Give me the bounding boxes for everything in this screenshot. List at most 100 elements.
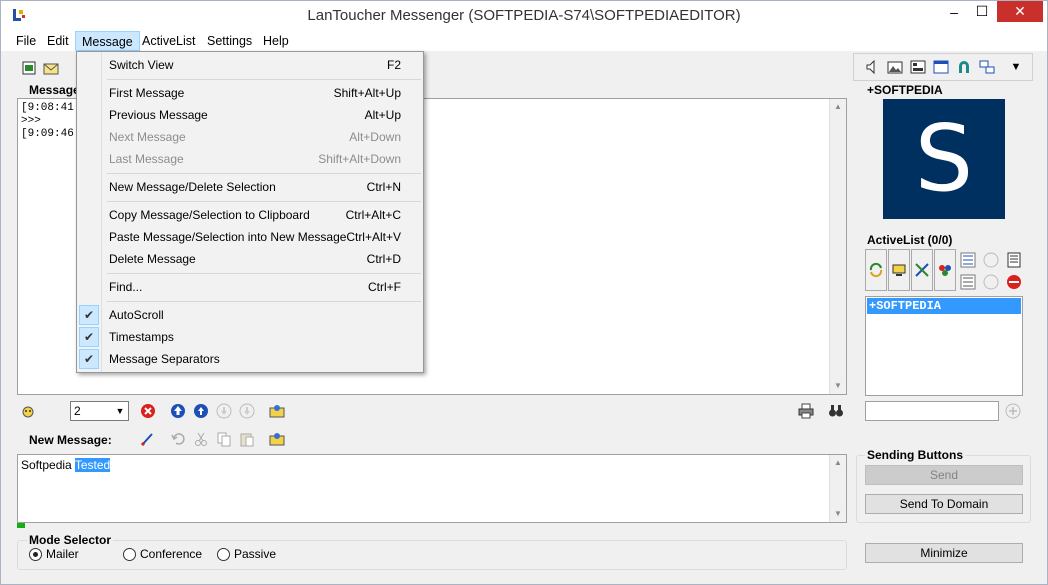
radio-passive-label: Passive — [234, 547, 277, 561]
delete-message-icon[interactable] — [138, 401, 158, 421]
close-window-button[interactable]: ✕ — [997, 1, 1043, 22]
users-icon[interactable] — [934, 249, 956, 291]
menu-item-label: Paste Message/Selection into New Message — [109, 230, 347, 244]
message-count-combo[interactable]: 2 ▼ — [70, 401, 129, 421]
refresh-icon[interactable] — [865, 249, 887, 291]
minimize-button[interactable]: Minimize — [865, 543, 1023, 563]
activelist-add-input[interactable] — [865, 401, 999, 421]
menu-item-next-message[interactable]: Next Message Alt+Down — [77, 126, 423, 148]
scroll-up-arrow-icon[interactable]: ▲ — [830, 455, 846, 471]
new-message-label: New Message: — [29, 433, 112, 447]
undo-icon[interactable] — [168, 429, 188, 449]
new-message-input[interactable]: Softpedia Tested ▲ ▼ — [17, 454, 847, 523]
menu-separator — [107, 79, 421, 80]
menu-item-new-message[interactable]: New Message/Delete Selection Ctrl+N — [77, 176, 423, 198]
message-menu: Switch View F2 First Message Shift+Alt+Up … — [76, 51, 424, 373]
radio-passive[interactable]: Passive — [217, 547, 276, 561]
list-icon[interactable] — [958, 250, 978, 270]
menu-item-shortcut: Ctrl+N — [366, 180, 401, 194]
new-message-plain-text: Softpedia — [21, 458, 75, 472]
last-message-icon[interactable] — [237, 401, 257, 421]
unread-mail-icon[interactable] — [267, 401, 287, 421]
speaker-icon[interactable] — [862, 57, 882, 77]
computer-icon[interactable] — [888, 249, 910, 291]
add-icon[interactable] — [1003, 401, 1023, 421]
window-icon[interactable] — [931, 57, 951, 77]
window-title: LanToucher Messenger (SOFTPEDIA-S74\SOFT… — [307, 7, 741, 24]
menu-edit[interactable]: Edit — [41, 31, 75, 51]
scroll-down-arrow-icon[interactable]: ▼ — [830, 378, 846, 394]
menu-message[interactable]: Message — [75, 31, 140, 51]
tools-icon[interactable] — [911, 249, 933, 291]
scroll-down-arrow-icon[interactable]: ▼ — [830, 506, 846, 522]
notes-icon[interactable] — [1004, 250, 1024, 270]
message-log-scrollbar[interactable]: ▲ ▼ — [829, 99, 846, 394]
send-button[interactable]: Send — [865, 465, 1023, 485]
menu-settings[interactable]: Settings — [201, 31, 258, 51]
menu-item-previous-message[interactable]: Previous Message Alt+Up — [77, 104, 423, 126]
menu-item-switch-view[interactable]: Switch View F2 — [77, 54, 423, 76]
menu-item-label: Next Message — [109, 130, 186, 144]
menu-item-delete-message[interactable]: Delete Message Ctrl+D — [77, 248, 423, 270]
messages-panel-label: Message — [29, 83, 80, 97]
menu-item-last-message[interactable]: Last Message Shift+Alt+Down — [77, 148, 423, 170]
dropdown-arrow-icon[interactable]: ▼ — [1006, 57, 1026, 77]
menu-item-shortcut: Ctrl+Alt+V — [346, 230, 401, 244]
cut-icon[interactable] — [191, 429, 211, 449]
sound-disabled-icon[interactable] — [981, 250, 1001, 270]
send-to-domain-button[interactable]: Send To Domain — [865, 494, 1023, 514]
menu-item-shortcut: Shift+Alt+Down — [318, 152, 401, 166]
activelist-item[interactable]: +SOFTPEDIA — [867, 298, 1021, 314]
block-icon[interactable] — [1004, 272, 1024, 292]
menu-item-timestamps[interactable]: ✔ Timestamps — [77, 326, 423, 348]
chevron-down-icon[interactable]: ▼ — [112, 402, 128, 420]
network-icon[interactable] — [977, 57, 997, 77]
scroll-up-arrow-icon[interactable]: ▲ — [830, 99, 846, 115]
find-binoculars-icon[interactable] — [826, 401, 846, 421]
copy-icon[interactable] — [214, 429, 234, 449]
reply-icon[interactable] — [18, 401, 38, 421]
open-mail-icon[interactable] — [41, 58, 61, 78]
minimize-window-button[interactable]: – — [940, 1, 968, 22]
new-window-icon[interactable] — [19, 58, 39, 78]
next-message-icon[interactable] — [214, 401, 234, 421]
menu-item-label: Last Message — [109, 152, 184, 166]
menu-item-label: Message Separators — [109, 352, 220, 366]
menu-separator — [107, 173, 421, 174]
picture-icon[interactable] — [885, 57, 905, 77]
radio-unchecked-icon — [123, 547, 136, 561]
app-window: LanToucher Messenger (SOFTPEDIA-S74\SOFT… — [0, 0, 1048, 585]
new-message-selected-text: Tested — [74, 458, 111, 472]
checkmark-icon: ✔ — [79, 305, 99, 325]
menu-separator — [107, 301, 421, 302]
menu-item-first-message[interactable]: First Message Shift+Alt+Up — [77, 82, 423, 104]
magnet-icon[interactable] — [954, 57, 974, 77]
menu-item-label: AutoScroll — [109, 308, 164, 322]
maximize-window-button[interactable]: ☐ — [968, 1, 996, 22]
new-message-text: Softpedia Tested — [21, 458, 111, 472]
menu-item-message-separators[interactable]: ✔ Message Separators — [77, 348, 423, 370]
radio-mailer[interactable]: Mailer — [29, 547, 79, 561]
print-icon[interactable] — [796, 401, 816, 421]
menu-activelist[interactable]: ActiveList — [136, 31, 202, 51]
new-message-scrollbar[interactable]: ▲ ▼ — [829, 455, 846, 522]
edit-pen-icon[interactable] — [138, 429, 158, 449]
mode-selector-label: Mode Selector — [27, 533, 114, 547]
menu-help[interactable]: Help — [257, 31, 295, 51]
paste-icon[interactable] — [237, 429, 257, 449]
menu-item-copy-message[interactable]: Copy Message/Selection to Clipboard Ctrl+… — [77, 204, 423, 226]
list-alt-icon[interactable] — [958, 272, 978, 292]
menu-item-autoscroll[interactable]: ✔ AutoScroll — [77, 304, 423, 326]
status-disabled-icon[interactable] — [981, 272, 1001, 292]
first-message-icon[interactable] — [168, 401, 188, 421]
menu-file[interactable]: File — [10, 31, 42, 51]
menu-item-paste-message[interactable]: Paste Message/Selection into New Message… — [77, 226, 423, 248]
layout-icon[interactable] — [908, 57, 928, 77]
checkmark-icon: ✔ — [79, 349, 99, 369]
menu-item-shortcut: F2 — [386, 58, 401, 72]
menu-item-find[interactable]: Find... Ctrl+F — [77, 276, 423, 298]
attach-mail-icon[interactable] — [267, 429, 287, 449]
menu-item-shortcut: Ctrl+D — [366, 252, 401, 266]
radio-conference[interactable]: Conference — [123, 547, 202, 561]
previous-message-icon[interactable] — [191, 401, 211, 421]
